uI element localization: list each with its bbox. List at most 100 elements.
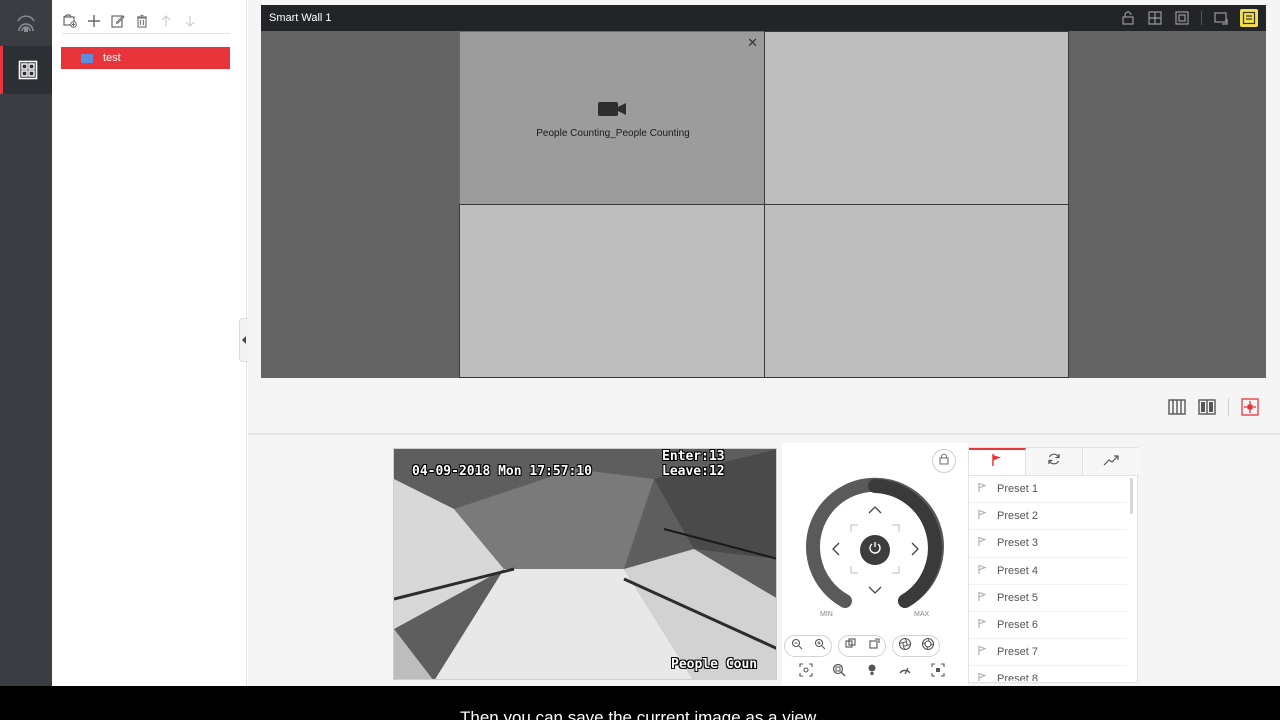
preset-item[interactable]: Preset 4: [969, 558, 1127, 585]
light-icon[interactable]: [861, 661, 883, 679]
wiper-icon[interactable]: [894, 661, 916, 679]
preset-flag-icon: [977, 645, 987, 659]
layout-split-icon[interactable]: [1198, 398, 1216, 416]
unlock-icon[interactable]: [1120, 10, 1136, 26]
ptz-lock-button[interactable]: [932, 449, 956, 473]
ptz-down-icon[interactable]: [867, 583, 883, 601]
preset-item[interactable]: Preset 7: [969, 639, 1127, 667]
smart-wall: Smart Wall 1 ✕ People Counting_People Co…: [261, 5, 1266, 378]
wall-header: Smart Wall 1: [261, 5, 1266, 31]
wall-window-4[interactable]: [764, 204, 1069, 378]
rail-smart-wall-button[interactable]: [0, 46, 52, 94]
preset-flag-icon: [977, 536, 987, 550]
preset-flag-icon: [977, 618, 987, 632]
preset-item[interactable]: Preset 1: [969, 476, 1127, 504]
tab-pattern[interactable]: [1083, 448, 1139, 475]
save-view-icon[interactable]: [1240, 9, 1258, 27]
edit-icon[interactable]: [110, 13, 126, 29]
preset-item-label: Preset 2: [997, 510, 1038, 523]
wall-title: Smart Wall 1: [269, 12, 332, 24]
target-icon[interactable]: [1241, 398, 1259, 416]
close-icon[interactable]: ✕: [747, 36, 758, 49]
ptz-zoom-row: [784, 635, 940, 657]
preset-item[interactable]: Preset 6: [969, 612, 1127, 640]
app-root: test Smart Wall 1 ✕ People Counting_Peop…: [0, 0, 1280, 720]
focus-far-icon[interactable]: [868, 637, 880, 655]
preset-scrollbar[interactable]: [1130, 478, 1133, 514]
ptz-up-icon[interactable]: [867, 503, 883, 521]
toolbar-divider: [1228, 398, 1229, 416]
ptz-max-label: MAX: [914, 611, 930, 618]
delete-icon[interactable]: [134, 13, 150, 29]
folder-icon: [81, 53, 93, 63]
zoom-out-icon[interactable]: [791, 637, 803, 655]
regional-focus-icon[interactable]: [795, 661, 817, 679]
tab-preset[interactable]: [969, 448, 1026, 475]
patrol-icon: [1047, 452, 1061, 471]
add-group-icon[interactable]: [62, 13, 78, 29]
pattern-icon: [1103, 453, 1119, 471]
layout-toolbar: [1168, 398, 1259, 416]
preset-item-label: Preset 1: [997, 483, 1038, 496]
roaming-window-icon[interactable]: [1174, 10, 1190, 26]
auto-scan-icon: [868, 541, 882, 560]
iris-close-icon[interactable]: [898, 637, 912, 656]
camera-channel-label: People Counting_People Counting: [536, 128, 690, 139]
preset-flag-icon: [977, 564, 987, 578]
ptz-function-row: [795, 661, 949, 679]
preset-item-label: Preset 4: [997, 564, 1038, 577]
wall-window-1[interactable]: ✕ People Counting_People Counting: [459, 31, 765, 205]
focus-button-group: [838, 635, 886, 657]
move-up-icon[interactable]: [158, 13, 174, 29]
add-icon[interactable]: [86, 13, 102, 29]
wall-window-2[interactable]: [764, 31, 1069, 205]
lock-icon: [938, 452, 950, 470]
ptz-right-icon[interactable]: [909, 541, 921, 562]
smart-wall-icon: [18, 60, 38, 80]
osd-channel-name: People Coun: [671, 657, 758, 672]
preset-item-label: Preset 8: [997, 673, 1038, 681]
tree-item-test[interactable]: test: [61, 47, 230, 69]
osd-datetime: 04-09-2018 Mon 17:57:10: [412, 464, 593, 479]
zoom-in-icon[interactable]: [814, 637, 826, 655]
window-division-icon[interactable]: [1147, 10, 1163, 26]
full-screen-icon[interactable]: [1213, 10, 1229, 26]
preset-flag-icon: [977, 672, 987, 681]
tree-toolbar: [62, 8, 230, 34]
preset-tabs: [969, 448, 1139, 476]
iris-button-group: [892, 635, 940, 657]
layout-columns-icon[interactable]: [1168, 398, 1186, 416]
rail-remote-site-button[interactable]: [0, 0, 52, 48]
wall-window-3[interactable]: [459, 204, 765, 378]
tree-item-label: test: [103, 52, 121, 64]
regional-zoom-icon[interactable]: [828, 661, 850, 679]
toolbar-divider: [1201, 11, 1202, 25]
tab-patrol[interactable]: [1026, 448, 1083, 475]
preset-flag-icon: [977, 482, 987, 496]
wall-window-grid: ✕ People Counting_People Counting: [459, 31, 1069, 378]
preset-item-label: Preset 5: [997, 591, 1038, 604]
video-caption: Then you can save the current image as a…: [459, 708, 821, 720]
preset-item[interactable]: Preset 3: [969, 530, 1127, 558]
focus-near-icon[interactable]: [844, 637, 857, 655]
one-touch-focus-icon[interactable]: [927, 661, 949, 679]
preset-item[interactable]: Preset 5: [969, 585, 1127, 612]
camera-icon: [598, 100, 626, 123]
move-down-icon[interactable]: [182, 13, 198, 29]
preset-panel: Preset 1 Preset 2 Preset 3 Preset 4 Preset 5…: [968, 447, 1139, 683]
left-rail: [0, 0, 52, 686]
preset-flag-icon: [990, 453, 1004, 472]
collapse-panel-handle[interactable]: [239, 318, 248, 362]
live-video[interactable]: 04-09-2018 Mon 17:57:10 Enter:13 Leave:1…: [393, 448, 777, 680]
preset-item[interactable]: Preset 2: [969, 503, 1127, 531]
iris-open-icon[interactable]: [921, 637, 935, 656]
preset-item[interactable]: Preset 8: [969, 666, 1127, 681]
preset-flag-icon: [977, 509, 987, 523]
view-tree-panel: test: [52, 0, 247, 686]
ptz-auto-scan-button[interactable]: [860, 535, 890, 565]
ptz-left-icon[interactable]: [830, 541, 842, 562]
remote-site-icon: [15, 13, 37, 35]
video-frame-image: [394, 449, 776, 679]
collapse-left-icon: [242, 336, 246, 344]
wall-header-toolbar: [1120, 9, 1258, 27]
